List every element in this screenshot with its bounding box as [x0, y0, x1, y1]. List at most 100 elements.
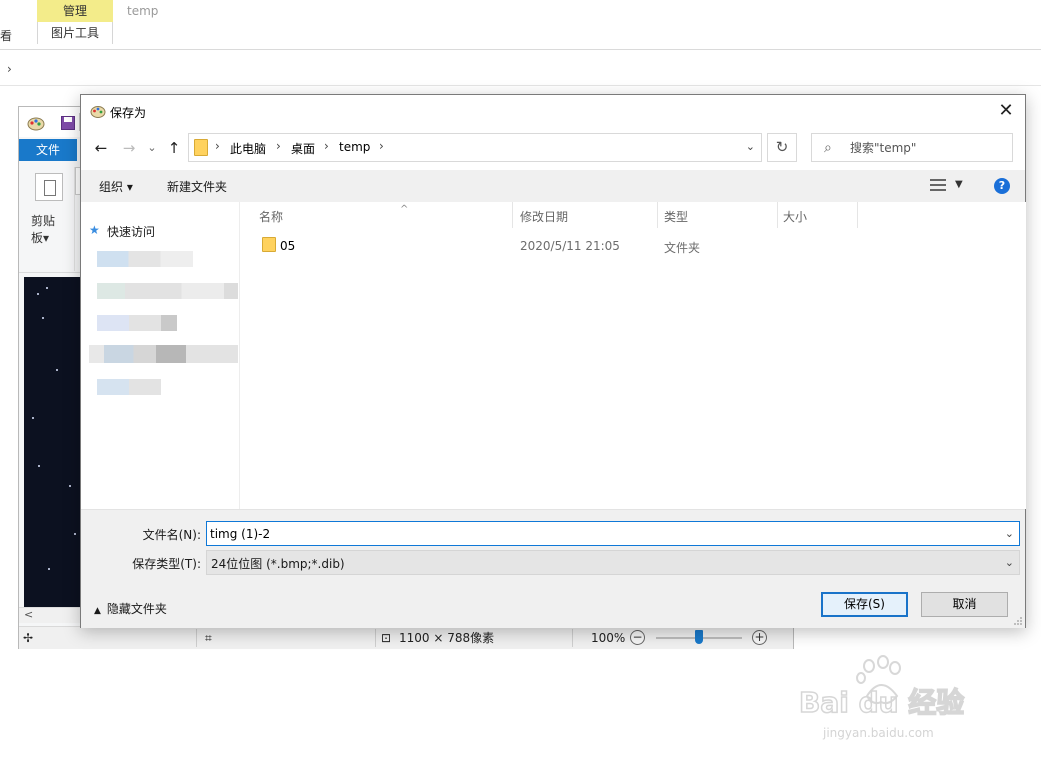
hide-folders-label: 隐藏文件夹: [106, 602, 167, 616]
paint-file-tab[interactable]: 文件: [19, 139, 77, 161]
up-button[interactable]: ↑: [164, 138, 184, 158]
arrow-left-icon: ←: [94, 139, 108, 157]
quick-access-label: 快速访问: [107, 225, 156, 239]
chevron-down-icon[interactable]: ⌄: [1005, 527, 1014, 540]
new-folder-button[interactable]: 新建文件夹: [167, 178, 227, 195]
column-header-modified[interactable]: 修改日期: [520, 208, 568, 228]
tab-view[interactable]: 查看: [0, 27, 12, 44]
column-name-label: 名称: [259, 210, 284, 224]
column-separator-1[interactable]: [512, 202, 513, 228]
baidu-logo: Bai du 经验: [798, 655, 965, 720]
recent-locations-button[interactable]: ⌄: [145, 138, 159, 158]
chevron-down-icon[interactable]: ⌄: [746, 140, 755, 153]
star-7: [74, 533, 76, 535]
status-separator-2: [375, 629, 376, 647]
filename-input[interactable]: [210, 525, 990, 543]
dialog-bottom-area: 文件名(N): ⌄ 保存类型(T): 24位位图 (*.bmp;*.dib) ⌄…: [81, 509, 1025, 628]
nav-item-blurred-3[interactable]: [97, 315, 177, 331]
save-icon[interactable]: [61, 116, 75, 130]
star-icon: ★: [89, 223, 100, 237]
sort-ascending-icon: ^: [400, 204, 409, 215]
watermark-url: jingyan.baidu.com: [823, 726, 934, 740]
resize-grip-icon[interactable]: [1013, 616, 1023, 626]
search-box[interactable]: ⌕: [811, 133, 1013, 162]
file-name: 05: [280, 239, 296, 253]
clipboard-label-text: 剪贴 板▾: [31, 214, 56, 245]
zoom-out-button[interactable]: −: [630, 630, 645, 645]
breadcrumb-temp[interactable]: temp: [339, 140, 370, 154]
column-separator-4[interactable]: [857, 202, 858, 228]
move-cursor-icon: ✢: [23, 631, 34, 645]
star-4: [56, 369, 58, 371]
address-bar[interactable]: › 此电脑 › 桌面 › temp › ⌄: [188, 133, 762, 162]
back-button[interactable]: ←: [91, 138, 111, 158]
selection-size-icon: ⌗: [205, 631, 212, 645]
refresh-icon: ↻: [775, 138, 789, 156]
breadcrumb-this-pc[interactable]: 此电脑: [230, 140, 266, 157]
column-header-type[interactable]: 类型: [664, 208, 688, 228]
star-3: [42, 317, 44, 319]
refresh-button[interactable]: ↻: [767, 133, 797, 162]
tab-picture-tools[interactable]: 图片工具: [37, 22, 113, 44]
chevron-up-icon: ▲: [94, 606, 101, 616]
explorer-address-bar[interactable]: ›: [0, 56, 1041, 86]
chevron-right-icon[interactable]: ›: [276, 139, 281, 153]
column-header-name[interactable]: 名称 ^: [259, 204, 511, 228]
forward-button[interactable]: →: [119, 138, 139, 158]
paint-horizontal-scrollbar[interactable]: <: [19, 607, 81, 623]
column-header-size[interactable]: 大小: [783, 208, 807, 228]
nav-item-blurred-5[interactable]: [97, 379, 161, 395]
filetype-value: 24位位图 (*.bmp;*.dib): [211, 557, 345, 571]
file-modified: 2020/5/11 21:05: [520, 239, 620, 253]
context-group-manage[interactable]: 管理: [37, 0, 113, 22]
zoom-slider-thumb[interactable]: [695, 630, 703, 644]
star-1: [37, 293, 39, 295]
nav-item-blurred-4[interactable]: [89, 345, 238, 363]
view-options-icon[interactable]: [930, 179, 946, 192]
arrow-up-icon: ↑: [167, 139, 181, 157]
explorer-window-title: temp: [127, 4, 159, 18]
close-button[interactable]: ✕: [986, 96, 1026, 126]
folder-icon: [194, 139, 208, 156]
clipboard-group: 剪贴 板▾: [27, 167, 75, 271]
zoom-in-button[interactable]: +: [752, 630, 767, 645]
view-dropdown-icon[interactable]: ▼: [955, 179, 963, 190]
clipboard-label[interactable]: 剪贴 板▾: [31, 213, 55, 247]
chevron-down-icon: ⌄: [147, 141, 157, 154]
chevron-right-icon[interactable]: ›: [379, 139, 384, 153]
column-separator-3[interactable]: [777, 202, 778, 228]
table-row[interactable]: 05 2020/5/11 21:05 文件夹: [251, 234, 861, 256]
chevron-right-icon[interactable]: ›: [324, 139, 329, 153]
file-list: 名称 ^ 修改日期 类型 大小 05 2020/5/11 21:05 文件夹: [241, 202, 1026, 509]
file-type: 文件夹: [664, 241, 701, 255]
scroll-left-icon[interactable]: <: [24, 608, 33, 621]
status-separator-1: [196, 629, 197, 647]
paste-icon[interactable]: [35, 173, 63, 201]
dialog-toolbar: 组织 ▾ 新建文件夹 ▼ ?: [81, 170, 1025, 202]
paint-status-bar: ✢ ⌗ ⊡ 1100 × 788像素 100% − +: [19, 626, 793, 649]
filetype-select[interactable]: 24位位图 (*.bmp;*.dib) ⌄: [206, 550, 1020, 575]
paint-app-icon: [27, 117, 45, 131]
breadcrumb-desktop[interactable]: 桌面: [291, 140, 315, 157]
save-as-dialog: 保存为 ✕ ← → ⌄ ↑ › 此电脑 › 桌面 › temp › ⌄ ↻ ⌕ …: [80, 94, 1026, 628]
hide-folders-toggle[interactable]: ▲ 隐藏文件夹: [94, 600, 167, 617]
filename-field[interactable]: ⌄: [206, 521, 1020, 546]
save-button[interactable]: 保存(S): [821, 592, 908, 617]
nav-item-blurred-2[interactable]: [97, 283, 238, 299]
help-icon[interactable]: ?: [994, 178, 1010, 194]
paint-canvas[interactable]: [24, 277, 84, 607]
column-separator-2[interactable]: [657, 202, 658, 228]
watermark-brand-text: Bai du 经验: [799, 686, 964, 719]
search-input[interactable]: [850, 138, 1008, 157]
paint-app-icon: [90, 106, 106, 118]
organize-button[interactable]: 组织 ▾: [99, 178, 133, 195]
chevron-right-icon: ›: [7, 62, 12, 76]
folder-icon: [262, 237, 276, 252]
tab-view-label: 查看: [0, 29, 13, 43]
nav-item-quick-access[interactable]: ★ 快速访问: [89, 223, 156, 240]
explorer-ribbon: 管理 图片工具 temp 查看: [0, 0, 1041, 50]
cancel-button[interactable]: 取消: [921, 592, 1008, 617]
dialog-titlebar[interactable]: 保存为 ✕: [81, 95, 1025, 127]
baidu-watermark: Bai du 经验 jingyan.baidu.com: [797, 652, 997, 752]
nav-item-blurred-1[interactable]: [97, 251, 193, 267]
